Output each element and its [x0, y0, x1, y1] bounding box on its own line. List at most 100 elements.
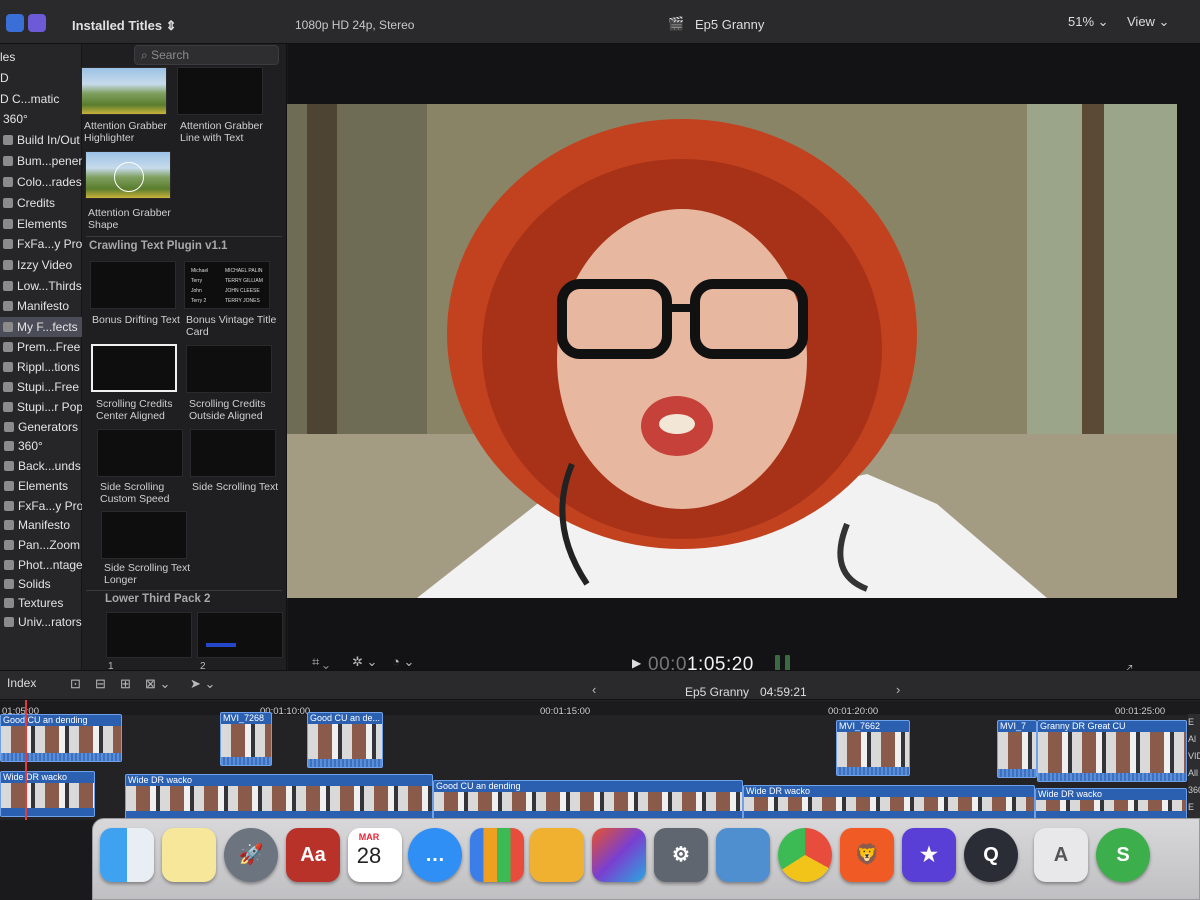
- libraries-icon[interactable]: [6, 14, 24, 32]
- final-cut-pro-icon[interactable]: [592, 828, 646, 882]
- sidebar-item[interactable]: Elements: [0, 476, 82, 496]
- category-header: Crawling Text Plugin v1.1: [89, 240, 228, 252]
- sidebar-item[interactable]: Elements: [0, 214, 82, 234]
- imovie-icon[interactable]: ★: [902, 828, 956, 882]
- timeline-duration: 04:59:21: [760, 685, 807, 699]
- finder-icon[interactable]: [100, 828, 154, 882]
- chrome-icon[interactable]: [778, 828, 832, 882]
- sidebar-item[interactable]: Stupi...Free: [0, 377, 82, 397]
- sidebar-item[interactable]: Colo...rades: [0, 172, 82, 192]
- history-back-icon[interactable]: ‹: [592, 682, 596, 697]
- timeline-clip[interactable]: MVI_7662: [836, 720, 910, 776]
- sidebar-item[interactable]: Univ...rators: [0, 612, 82, 632]
- category-divider: [86, 236, 282, 237]
- zoom-dropdown[interactable]: 51% ⌄: [1068, 14, 1109, 30]
- timeline-ruler[interactable]: [0, 701, 1200, 715]
- sidebar-item[interactable]: FxFa...y Pro: [0, 496, 82, 516]
- crop-tool-icon[interactable]: ⌗ ⌄: [312, 654, 329, 670]
- title-thumbnail-selected[interactable]: [91, 344, 177, 392]
- select-tool-icon[interactable]: ➤ ⌄: [190, 676, 215, 692]
- title-thumbnail[interactable]: [186, 345, 272, 393]
- timeline-clip[interactable]: Granny DR Great CU: [1037, 720, 1187, 782]
- sidebar-item[interactable]: D C...matic: [0, 89, 82, 109]
- credits-row: Michael MICHAEL PALIN: [191, 268, 267, 274]
- speed-tool-icon[interactable]: ◔ ⌄: [392, 654, 414, 670]
- timeline-clip[interactable]: Good CU an de...: [307, 712, 383, 768]
- timeline-clip[interactable]: MVI_7: [997, 720, 1037, 778]
- title-thumbnail[interactable]: [106, 612, 192, 658]
- messages-icon[interactable]: …: [408, 828, 462, 882]
- title-thumbnail[interactable]: [197, 612, 283, 658]
- title-thumbnail[interactable]: [97, 429, 183, 477]
- sidebar-item[interactable]: D: [0, 68, 82, 88]
- sidebar-item[interactable]: Pan...Zoom: [0, 535, 82, 555]
- sidebar-item[interactable]: Textures: [0, 593, 82, 613]
- sidebar-item[interactable]: Solids: [0, 574, 82, 594]
- timeline-clip[interactable]: Wide DR wacko: [1035, 788, 1187, 820]
- viewer-video-frame[interactable]: [287, 104, 1177, 598]
- history-forward-icon[interactable]: ›: [896, 682, 900, 697]
- timeline-index-button[interactable]: Index: [7, 676, 36, 690]
- insert-clip-icon[interactable]: ⊟: [95, 676, 106, 692]
- timeline-playhead[interactable]: [25, 700, 27, 820]
- sidebar-item[interactable]: les: [0, 47, 82, 67]
- timeline-clip[interactable]: Wide DR wacko: [0, 771, 95, 817]
- timeline-clip[interactable]: Good CU an dending: [0, 714, 122, 762]
- title-thumbnail[interactable]: [85, 151, 171, 199]
- timeline-clip[interactable]: Good CU an dending: [433, 780, 743, 820]
- connect-clip-icon[interactable]: ⊡: [70, 676, 81, 692]
- timeline-clip[interactable]: Wide DR wacko: [743, 785, 1035, 820]
- overwrite-clip-icon[interactable]: ⊠ ⌄: [145, 676, 170, 692]
- launchpad-icon[interactable]: 🚀: [224, 828, 278, 882]
- search-input[interactable]: ⌕ Search: [134, 45, 279, 65]
- sidebar-item[interactable]: 360°: [0, 436, 82, 456]
- sidebar-item[interactable]: Izzy Video: [0, 255, 82, 275]
- timeline-clip[interactable]: Wide DR wacko: [125, 774, 433, 820]
- notes-icon[interactable]: [162, 828, 216, 882]
- sidebar-item[interactable]: Rippl...tions: [0, 357, 82, 377]
- brave-icon[interactable]: 🦁: [840, 828, 894, 882]
- sidebar-item[interactable]: Stupi...r Pop: [0, 397, 82, 417]
- sidebar-item[interactable]: Phot...ntage: [0, 555, 82, 575]
- title-thumbnail[interactable]: [177, 67, 263, 115]
- title-thumbnail[interactable]: [190, 429, 276, 477]
- app-s-icon[interactable]: S: [1096, 828, 1150, 882]
- sidebar-item[interactable]: Back...unds: [0, 456, 82, 476]
- view-menu-button[interactable]: View ⌄: [1127, 14, 1169, 30]
- title-folder-icon: [3, 135, 13, 145]
- sidebar-item[interactable]: Bum...pener: [0, 151, 82, 171]
- sidebar-item[interactable]: Manifesto: [0, 296, 82, 316]
- sidebar-item[interactable]: Generators: [0, 417, 82, 437]
- sidebar-item[interactable]: Manifesto: [0, 515, 82, 535]
- instruments-icon[interactable]: A: [1034, 828, 1088, 882]
- title-thumbnail[interactable]: [90, 261, 176, 309]
- sidebar-item[interactable]: Build In/Out: [0, 130, 82, 150]
- sidebar-item[interactable]: Low...Thirds: [0, 276, 82, 296]
- installed-titles-dropdown[interactable]: Installed Titles ⇕: [72, 18, 177, 34]
- append-clip-icon[interactable]: ⊞: [120, 676, 131, 692]
- sidebar-item[interactable]: FxFa...y Pro: [0, 234, 82, 254]
- title-thumbnail[interactable]: [81, 67, 167, 115]
- play-button[interactable]: ▶: [632, 656, 641, 670]
- sidebar-item-label: Credits: [17, 196, 56, 210]
- shape-circle-icon: [114, 162, 144, 192]
- sidebar-item[interactable]: My F...fects: [0, 317, 82, 337]
- numbers-icon[interactable]: [470, 828, 524, 882]
- sidebar-item[interactable]: Prem...Free: [0, 337, 82, 357]
- sidebar-item[interactable]: Credits: [0, 193, 82, 213]
- sidebar-item-label: Generators: [18, 420, 79, 434]
- pages-icon[interactable]: [530, 828, 584, 882]
- preview-icon[interactable]: [716, 828, 770, 882]
- title-thumbnail[interactable]: Michael MICHAEL PALIN Terry TERRY GILLIAM Jo…: [184, 261, 270, 309]
- system-preferences-icon[interactable]: ⚙: [654, 828, 708, 882]
- sidebar-item[interactable]: 360°: [0, 109, 82, 129]
- photos-audio-icon[interactable]: [28, 14, 46, 32]
- credits-role: TERRY GILLIAM: [225, 278, 263, 284]
- title-thumbnail[interactable]: [101, 511, 187, 559]
- dictionary-icon[interactable]: Aa: [286, 828, 340, 882]
- role-label: Al: [1188, 734, 1197, 744]
- timeline-clip[interactable]: MVI_7268: [220, 712, 272, 766]
- credits-role: MICHAEL PALIN: [225, 268, 263, 274]
- quicktime-icon[interactable]: Q: [964, 828, 1018, 882]
- enhance-tool-icon[interactable]: ✲ ⌄: [352, 654, 377, 670]
